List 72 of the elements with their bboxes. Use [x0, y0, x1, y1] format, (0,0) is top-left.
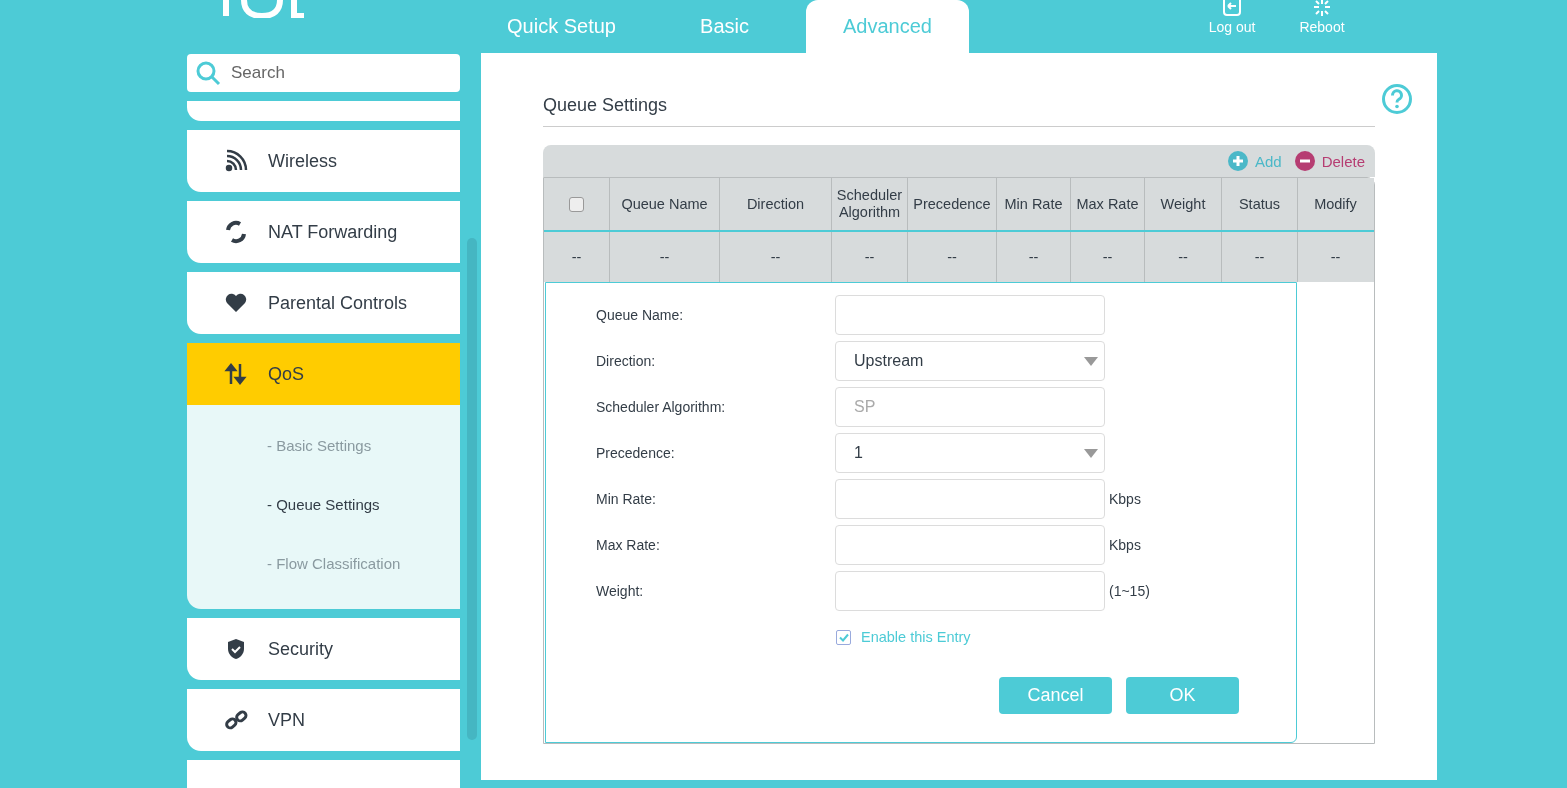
- minus-icon: [1294, 151, 1315, 171]
- submenu-item[interactable]: - Flow Classification: [267, 555, 460, 573]
- column-header: Modify: [1314, 195, 1357, 213]
- column-header: Precedence: [913, 195, 991, 213]
- select-all-checkbox[interactable]: [569, 196, 584, 212]
- link-icon: [224, 708, 248, 732]
- unit-label: Kbps: [1109, 537, 1141, 553]
- field-label: Max Rate:: [596, 537, 661, 553]
- submenu-item[interactable]: - Queue Settings: [267, 496, 460, 514]
- column-header: Direction: [746, 195, 805, 213]
- input-field[interactable]: [835, 525, 1105, 565]
- field-label: Precedence:: [596, 445, 676, 461]
- menu-item[interactable]: QoS: [187, 343, 460, 405]
- add-button[interactable]: Add: [1227, 151, 1282, 171]
- column-header: Scheduler Algorithm: [835, 187, 904, 221]
- menu-item[interactable]: Parental Controls: [187, 272, 460, 334]
- table-cell: --: [1102, 248, 1113, 266]
- menu-item[interactable]: Wireless: [187, 130, 460, 192]
- caret-icon: [1084, 448, 1098, 458]
- dropdown[interactable]: Upstream: [835, 341, 1105, 381]
- help-icon[interactable]: [1381, 83, 1413, 115]
- input-field[interactable]: [835, 571, 1105, 611]
- checkbox[interactable]: [836, 629, 851, 645]
- unit-label: Kbps: [1109, 491, 1141, 507]
- field-label: Scheduler Algorithm:: [596, 399, 727, 415]
- field-label: Weight:: [596, 583, 645, 599]
- field-label: Min Rate:: [596, 491, 657, 507]
- table-cell: --: [1254, 248, 1265, 266]
- heart-icon: [224, 291, 248, 315]
- table-cell: --: [571, 248, 582, 266]
- cancel-button[interactable]: Cancel: [999, 677, 1112, 714]
- unit-label: (1~15): [1109, 583, 1150, 599]
- table-cell: --: [1178, 248, 1188, 266]
- column-header: Queue Name: [621, 195, 708, 213]
- circular-arrows-icon: [224, 220, 248, 244]
- reboot-icon: [1311, 0, 1333, 16]
- caret-icon: [1084, 356, 1098, 366]
- table-cell: --: [1028, 248, 1039, 266]
- table-cell: --: [864, 248, 875, 266]
- menu-item[interactable]: VPN: [187, 689, 460, 751]
- column-header: Min Rate: [1004, 195, 1063, 213]
- field-label: Queue Name:: [596, 307, 685, 323]
- table-cell: --: [770, 248, 781, 266]
- signal-icon: [224, 149, 248, 173]
- table-cell: --: [1330, 248, 1341, 266]
- up-down-arrows-icon: [224, 362, 248, 386]
- input-field[interactable]: [835, 479, 1105, 519]
- menu-item[interactable]: Security: [187, 618, 460, 680]
- field-label: Direction:: [596, 353, 657, 369]
- nav-tab[interactable]: Quick Setup: [480, 0, 643, 53]
- nav-tab[interactable]: Advanced: [806, 0, 969, 53]
- nav-tab[interactable]: Basic: [643, 0, 806, 53]
- delete-button[interactable]: Delete: [1294, 151, 1365, 171]
- table-cell: --: [947, 248, 957, 266]
- dropdown[interactable]: 1: [835, 433, 1105, 473]
- column-header: Status: [1238, 195, 1281, 213]
- ok-button[interactable]: OK: [1126, 677, 1239, 714]
- column-header: Max Rate: [1076, 195, 1139, 213]
- logout-icon: [1221, 0, 1243, 16]
- menu-item[interactable]: NAT Forwarding: [187, 201, 460, 263]
- search-field[interactable]: Search: [187, 54, 460, 92]
- table-cell: --: [659, 248, 670, 266]
- column-header: Weight: [1160, 195, 1206, 213]
- reboot-button[interactable]: Reboot: [1294, 0, 1350, 53]
- plus-icon: [1227, 151, 1248, 171]
- checkbox-label[interactable]: Enable this Entry: [861, 629, 971, 645]
- section-title: Queue Settings: [543, 95, 668, 116]
- input-field[interactable]: [835, 295, 1105, 335]
- logout-button[interactable]: Log out: [1204, 0, 1260, 53]
- input-field[interactable]: SP: [835, 387, 1105, 427]
- submenu-item[interactable]: - Basic Settings: [267, 437, 460, 455]
- search-icon: [195, 60, 221, 86]
